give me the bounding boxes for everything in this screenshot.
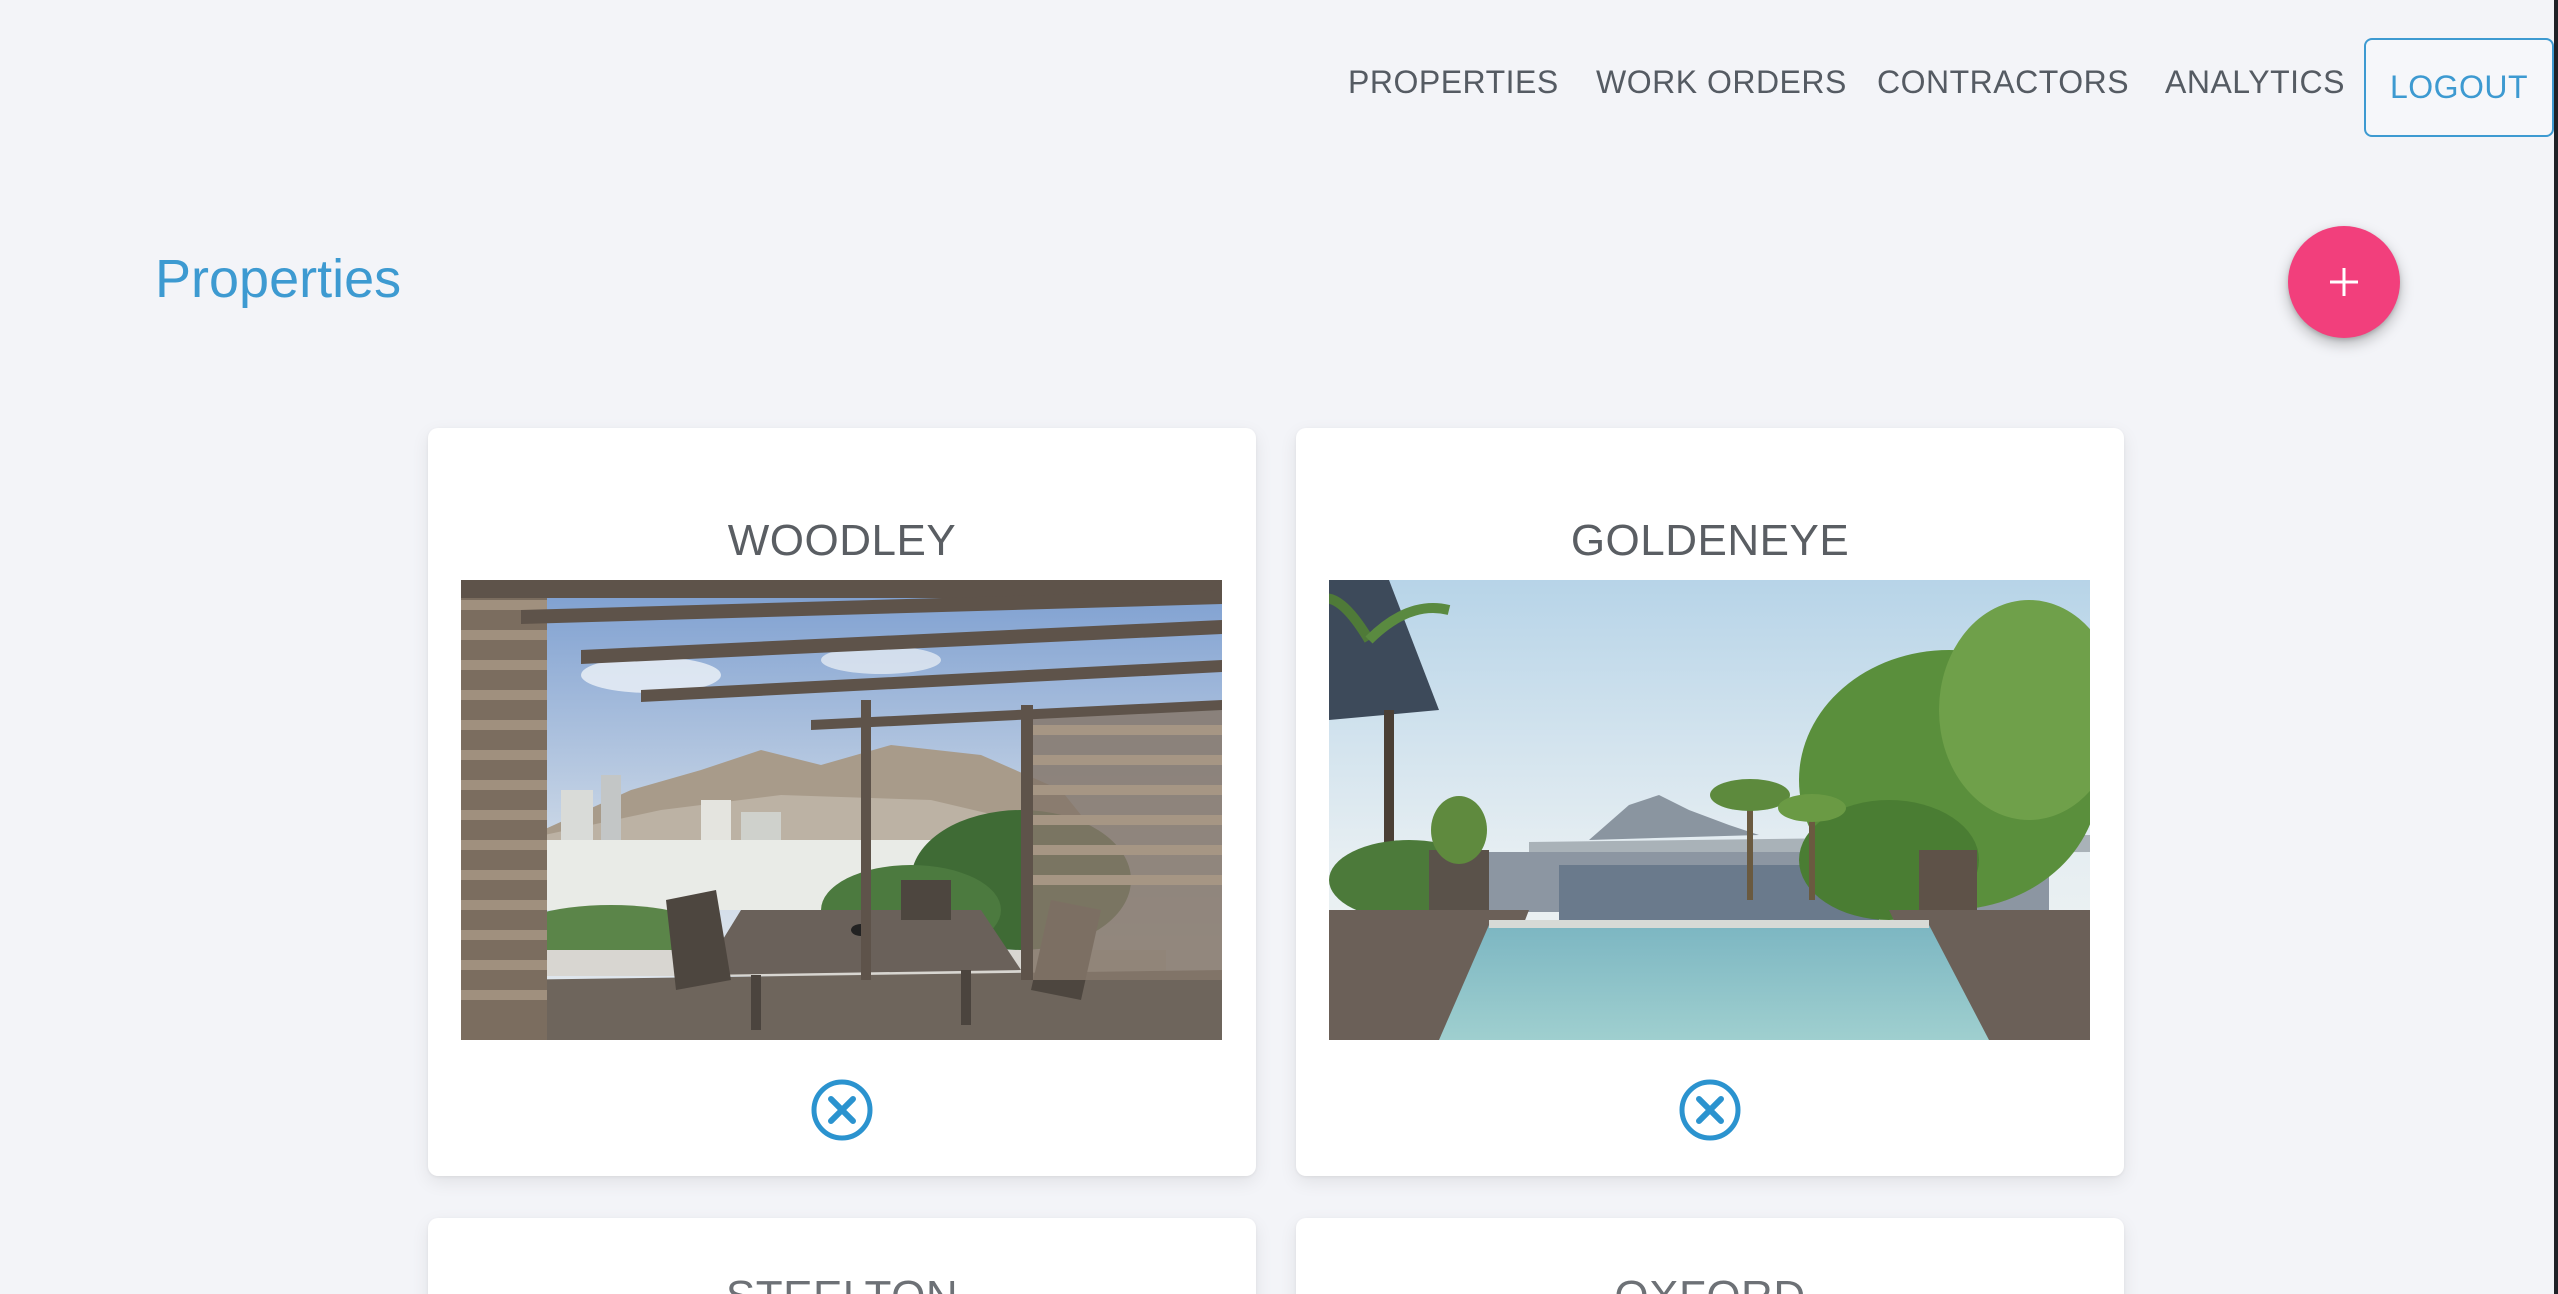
nav-contractors[interactable]: CONTRACTORS xyxy=(1877,64,2129,101)
nav-properties[interactable]: PROPERTIES xyxy=(1348,64,1559,101)
property-name: GOLDENEYE xyxy=(1570,516,1850,565)
property-photo xyxy=(461,580,1222,1040)
top-nav: PROPERTIES WORK ORDERS CONTRACTORS ANALY… xyxy=(0,0,2558,170)
plus-icon xyxy=(2330,268,2358,296)
delete-property-button[interactable] xyxy=(810,1078,874,1142)
property-card[interactable]: STEELTON xyxy=(428,1218,1256,1294)
nav-analytics[interactable]: ANALYTICS xyxy=(2165,64,2345,101)
property-photo xyxy=(1329,580,2090,1040)
property-name: STEELTON xyxy=(428,1272,1256,1294)
property-card[interactable]: OXFORD xyxy=(1296,1218,2124,1294)
properties-page: PROPERTIES WORK ORDERS CONTRACTORS ANALY… xyxy=(0,0,2558,1294)
close-circle-icon xyxy=(811,1079,873,1141)
property-name: OXFORD xyxy=(1296,1272,2124,1294)
page-title: Properties xyxy=(155,249,402,309)
nav-work-orders[interactable]: WORK ORDERS xyxy=(1596,64,1847,101)
add-property-button[interactable] xyxy=(2288,226,2400,338)
property-name: WOODLEY xyxy=(727,516,957,565)
close-circle-icon xyxy=(1679,1079,1741,1141)
property-card[interactable]: GOLDENEYE xyxy=(1296,428,2124,1176)
window-edge xyxy=(2554,0,2558,1294)
property-card[interactable]: WOODLEY xyxy=(428,428,1256,1176)
logout-button[interactable]: LOGOUT xyxy=(2364,38,2554,137)
delete-property-button[interactable] xyxy=(1678,1078,1742,1142)
